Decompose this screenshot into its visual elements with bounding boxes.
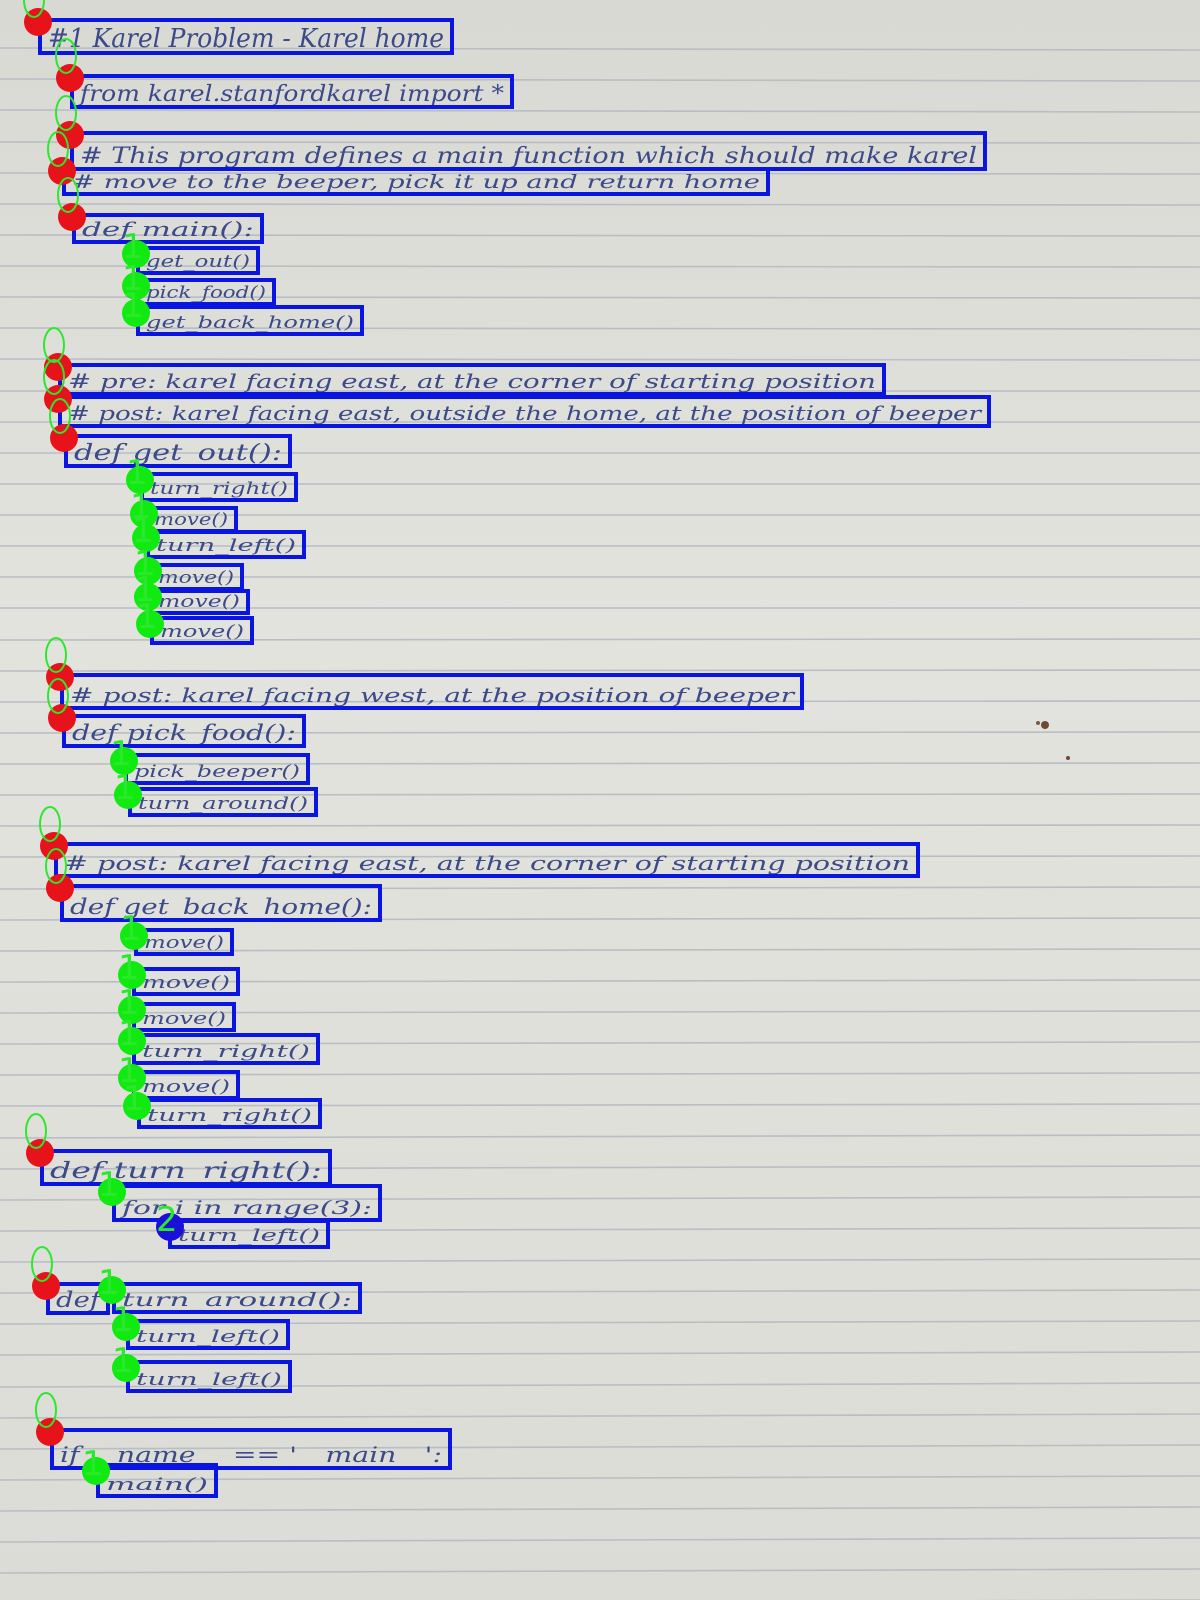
code-line: #1 Karel Problem - Karel home [23,0,454,55]
ruling-line [0,1351,1200,1356]
notebook-page: #1 Karel Problem - Karel home from karel.… [0,0,1200,1600]
indent-level-label: 1 [82,1444,104,1484]
handwritten-code: move() [142,973,230,993]
indent-level-label: 1 [136,597,158,637]
handwritten-code: get_out() [146,252,250,272]
handwritten-code: move() [160,622,244,642]
indent-level-label: 2 [156,1200,178,1240]
handwritten-code: from karel.stanfordkarel import * [78,82,504,107]
handwritten-code: # post: karel facing west, at the positi… [70,683,796,707]
handwritten-code: turn_around(): [122,1289,352,1311]
handwritten-code: def turn_right(): [50,1159,322,1184]
handwritten-code: turn_left() [178,1226,320,1246]
handwritten-code: def get_out(): [74,441,282,466]
indent-level-label: 1 [118,948,140,988]
handwritten-code: def main(): [82,217,254,241]
ink-spot [1036,721,1040,725]
indent-level-label: 1 [122,286,144,326]
ruling-line [0,1413,1200,1419]
handwritten-code: main() [106,1475,208,1495]
handwritten-code: def get_back_home(): [70,895,372,919]
ruling-line [0,1537,1200,1543]
handwritten-code: # post: karel facing east, outside the h… [68,401,983,425]
ruling-line [0,1506,1200,1512]
handwritten-code: turn_around() [138,794,308,814]
handwritten-code: #1 Karel Problem - Karel home [48,24,444,54]
handwritten-code: def [56,1288,104,1312]
handwritten-code: move() [142,1077,230,1097]
annotated-handwriting: #1 Karel Problem - Karel home from karel.… [0,0,1200,1600]
ink-spot [1066,756,1070,760]
ruling-line [0,669,1200,672]
ruling-line [0,78,1200,82]
indent-level-label: 1 [120,909,142,949]
indent-level-label: 1 [98,1263,120,1303]
handwritten-code: pick_beeper() [134,762,300,782]
handwritten-code: turn_right() [147,1106,312,1126]
handwritten-code: turn_right() [142,1042,310,1062]
handwritten-code: move() [142,1009,226,1029]
handwritten-code: turn_left() [136,1327,280,1347]
handwritten-code: move() [158,592,240,612]
code-line: # post: karel facing east, at the corner… [39,806,920,878]
indent-level-label: 1 [98,1165,120,1205]
ruling-line [0,824,1200,827]
indent-level-label: 1 [123,1079,145,1119]
code-line: # post: karel facing west, at the positi… [45,637,804,710]
handwritten-code: # post: karel facing east, at the corner… [64,851,910,875]
handwritten-code: get_back_home() [146,313,354,333]
indent-level-label: 1 [112,1341,134,1381]
handwritten-code: pick_food() [146,283,266,303]
ruling-line [0,1134,1200,1139]
indent-level-label: 1 [118,1014,140,1054]
handwritten-code: turn_left() [136,1370,282,1390]
handwritten-code: turn_right() [150,479,288,499]
handwritten-code: move() [144,933,224,953]
indent-level-label: 1 [114,768,136,808]
ruling-line [0,1258,1200,1263]
code-lines: #1 Karel Problem - Karel home from karel.… [23,0,991,1498]
indent-level-label: 1 [112,1300,134,1340]
handwritten-code: # move to the beeper, pick it up and ret… [72,171,760,193]
code-line: turn_around():1 [98,1263,362,1314]
handwritten-code: def pick_food(): [72,721,296,745]
ruling-line [0,203,1200,206]
paper-stains [1036,721,1070,760]
code-line: # pre: karel facing east, at the corner … [43,327,886,396]
ruling-line [0,141,1200,144]
handwritten-code: move() [158,568,234,588]
handwritten-code: # This program defines a main function w… [80,144,977,169]
handwritten-code: move() [154,510,228,530]
ruling-line [0,109,1200,113]
handwritten-code: turn_left() [156,536,296,556]
ruling-line [0,358,1200,361]
ink-spot [1041,721,1049,729]
code-line: def [31,1246,110,1315]
ruling-line [0,1568,1200,1574]
handwritten-code: # pre: karel facing east, at the corner … [68,369,876,393]
